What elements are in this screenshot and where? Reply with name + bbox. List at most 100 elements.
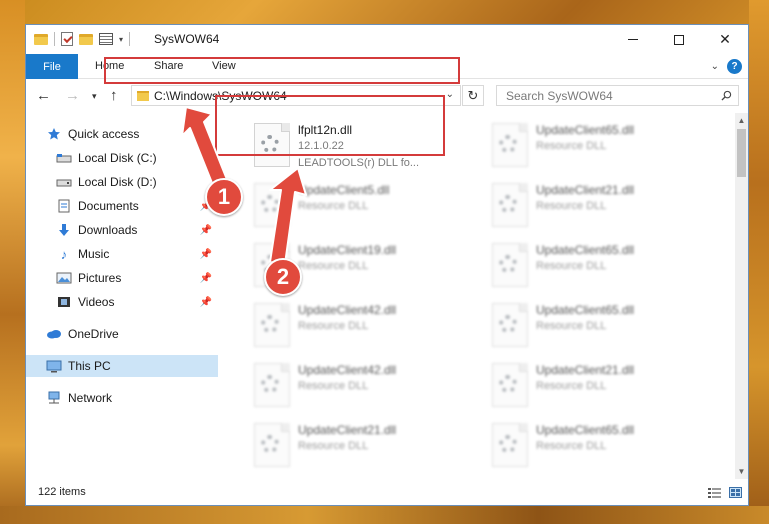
properties-check-icon[interactable] <box>61 32 73 46</box>
toolbar-divider <box>54 32 55 46</box>
gear-icon <box>261 315 279 333</box>
file-tile[interactable]: UpdateClient65.dll Resource DLL <box>484 417 709 475</box>
file-type: Resource DLL <box>536 140 607 152</box>
item-count: 122 items <box>38 486 86 498</box>
quick-access-toolbar: ▾ <box>34 32 131 46</box>
star-icon <box>46 127 62 141</box>
documents-icon <box>56 199 72 213</box>
file-name: UpdateClient42.dll <box>298 303 397 317</box>
back-arrow-icon[interactable]: ← <box>36 87 51 104</box>
callout-2: 2 <box>264 258 302 296</box>
search-box[interactable]: Search SysWOW64 <box>496 85 739 106</box>
scroll-up-icon[interactable]: ▲ <box>735 114 748 127</box>
gear-icon <box>499 315 517 333</box>
up-arrow-icon[interactable]: ↑ <box>110 87 118 104</box>
videos-icon <box>56 295 72 309</box>
sidebar-item-videos[interactable]: Videos 📌 <box>56 291 218 313</box>
gear-icon <box>261 435 279 453</box>
file-type: Resource DLL <box>536 320 607 332</box>
desktop-background-right <box>749 0 769 524</box>
sidebar-item-downloads[interactable]: Downloads 📌 <box>56 219 218 241</box>
file-type: Resource DLL <box>536 380 607 392</box>
file-type: Resource DLL <box>536 200 607 212</box>
maximize-icon <box>674 34 684 45</box>
refresh-button[interactable]: ↻ <box>462 85 484 106</box>
recent-locations-chevron-icon[interactable]: ▾ <box>92 91 97 102</box>
file-tile[interactable]: UpdateClient42.dll Resource DLL <box>246 357 471 415</box>
gear-icon <box>499 435 517 453</box>
file-tile[interactable]: UpdateClient42.dll Resource DLL <box>246 297 471 355</box>
file-tile[interactable]: UpdateClient65.dll Resource DLL <box>484 117 709 175</box>
sidebar-item-this-pc[interactable]: This PC <box>26 355 218 377</box>
file-name: UpdateClient5.dll <box>298 183 390 197</box>
file-name: UpdateClient21.dll <box>536 183 635 197</box>
sidebar-item-label: Quick access <box>68 127 140 141</box>
window-controls: ✕ <box>610 25 748 54</box>
download-icon <box>56 223 72 237</box>
gear-icon <box>261 375 279 393</box>
file-list: lfplt12n.dll 12.1.0.22 LEADTOOLS(r) DLL … <box>222 113 734 479</box>
sidebar-item-documents[interactable]: Documents 📌 <box>56 195 218 217</box>
pin-icon[interactable]: 📌 <box>200 225 212 236</box>
file-type: Resource DLL <box>536 440 607 452</box>
file-name: UpdateClient42.dll <box>298 363 397 377</box>
sidebar-item-label: Network <box>68 391 113 405</box>
sidebar-item-label: Pictures <box>78 271 122 285</box>
new-folder-icon[interactable] <box>79 33 93 45</box>
music-icon: ♪ <box>60 246 68 262</box>
file-tile[interactable]: UpdateClient65.dll Resource DLL <box>484 237 709 295</box>
file-tile[interactable]: UpdateClient21.dll Resource DLL <box>246 417 471 475</box>
chevron-down-icon[interactable]: ⌄ <box>446 89 454 100</box>
vertical-scrollbar[interactable]: ▲ ▼ <box>735 113 748 479</box>
sidebar-item-label: Videos <box>78 295 115 309</box>
folder-icon <box>34 33 48 45</box>
sidebar-item-music[interactable]: ♪ Music 📌 <box>56 243 218 265</box>
file-tile[interactable]: UpdateClient21.dll Resource DLL <box>484 357 709 415</box>
close-icon: ✕ <box>719 31 731 47</box>
minimize-button[interactable] <box>610 25 656 54</box>
file-type: Resource DLL <box>298 320 369 332</box>
folder-icon <box>137 91 149 101</box>
search-input[interactable]: Search SysWOW64 <box>506 89 613 103</box>
tab-file[interactable]: File <box>26 54 78 79</box>
ribbon-right-controls: ⌄ ? <box>711 59 742 74</box>
file-name: UpdateClient65.dll <box>536 303 635 317</box>
file-name: UpdateClient65.dll <box>536 123 635 137</box>
refresh-icon: ↻ <box>467 87 479 103</box>
sidebar-item-quick-access[interactable]: Quick access <box>46 123 238 145</box>
status-bar: 122 items <box>26 479 748 505</box>
file-highlight-box <box>215 95 445 156</box>
maximize-button[interactable] <box>656 25 702 54</box>
file-tile[interactable]: UpdateClient21.dll Resource DLL <box>484 177 709 235</box>
computer-icon <box>46 359 62 373</box>
callout-1: 1 <box>205 178 243 216</box>
tiles-view-icon[interactable] <box>729 487 742 498</box>
close-button[interactable]: ✕ <box>702 25 748 54</box>
file-tile[interactable]: UpdateClient5.dll Resource DLL <box>246 177 471 235</box>
file-description: LEADTOOLS(r) DLL fo... <box>298 157 420 169</box>
minimize-icon <box>628 39 638 40</box>
file-type: Resource DLL <box>298 200 369 212</box>
file-tile[interactable]: UpdateClient65.dll Resource DLL <box>484 297 709 355</box>
drive-icon <box>56 151 72 165</box>
pin-icon[interactable]: 📌 <box>200 273 212 284</box>
pin-icon[interactable]: 📌 <box>200 249 212 260</box>
forward-arrow-icon[interactable]: → <box>65 87 80 104</box>
network-icon <box>46 391 62 405</box>
sidebar-item-label: Downloads <box>78 223 138 237</box>
chevron-down-icon[interactable]: ▾ <box>119 35 123 44</box>
gear-icon <box>499 135 517 153</box>
sidebar-item-onedrive[interactable]: OneDrive <box>46 323 238 345</box>
scroll-down-icon[interactable]: ▼ <box>735 465 748 478</box>
expand-ribbon-icon[interactable]: ⌄ <box>711 61 719 72</box>
scrollbar-thumb[interactable] <box>737 129 746 177</box>
details-view-icon[interactable] <box>708 487 721 498</box>
sidebar-item-pictures[interactable]: Pictures 📌 <box>56 267 218 289</box>
pictures-icon <box>56 271 72 285</box>
pin-icon[interactable]: 📌 <box>200 297 212 308</box>
help-icon[interactable]: ? <box>727 59 742 74</box>
customize-toolbar-icon[interactable] <box>99 33 113 45</box>
sidebar-item-network[interactable]: Network <box>46 387 238 409</box>
window-title: SysWOW64 <box>154 32 220 46</box>
search-icon[interactable] <box>721 90 732 101</box>
